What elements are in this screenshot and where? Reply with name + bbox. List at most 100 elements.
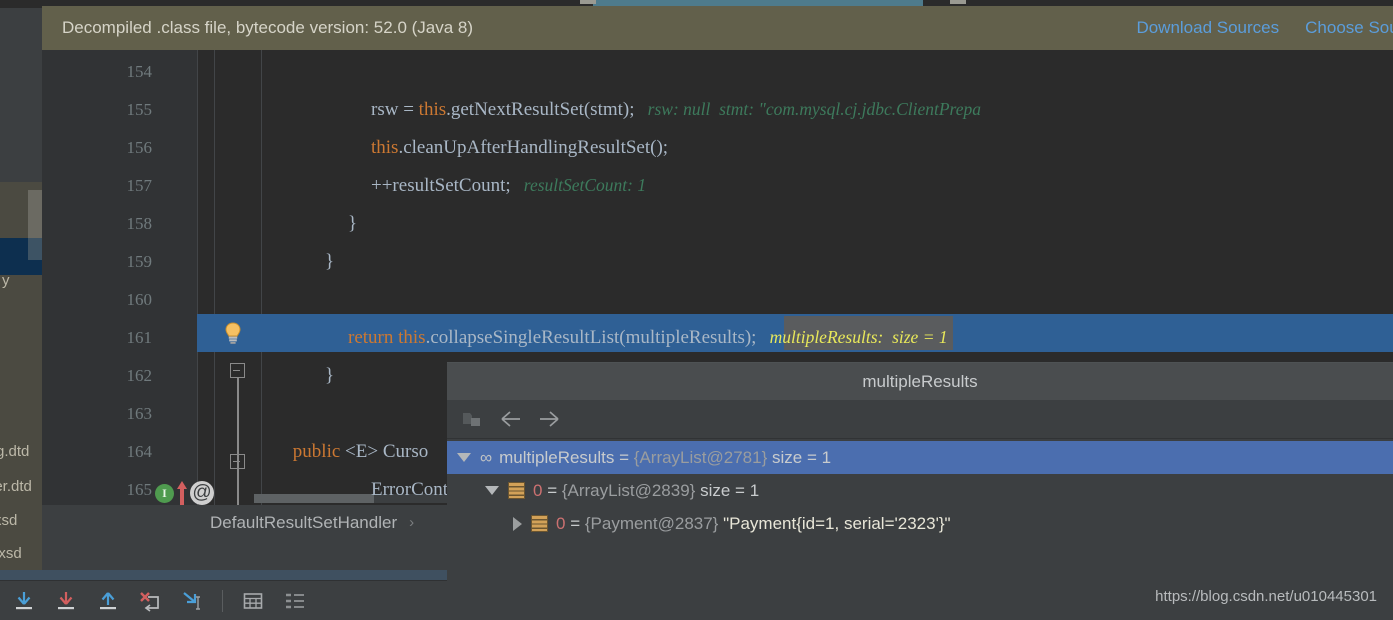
- tree-row-label: 0 = {ArrayList@2839} size = 1: [533, 481, 759, 501]
- code-token: }: [348, 213, 358, 234]
- project-item-0[interactable]: y: [2, 272, 10, 289]
- project-panel-partial[interactable]: y g.dtd per.dtd xsd r.xsd: [0, 0, 42, 580]
- banner-actions: Download Sources Choose Sources...: [1136, 18, 1393, 38]
- line-number: 158: [126, 214, 153, 233]
- code-token: .cleanUpAfterHandlingResultSet();: [398, 137, 669, 158]
- code-line[interactable]: this.cleanUpAfterHandlingResultSet();: [371, 137, 668, 159]
- tree-node-reference: {ArrayList@2781}: [633, 447, 768, 467]
- tree-node-name: multipleResults: [499, 447, 615, 467]
- code-token: resultSetCount: 1: [510, 175, 647, 195]
- code-line[interactable]: }: [325, 251, 334, 273]
- gutter-divider-3: [214, 50, 215, 505]
- variable-icon: ∞: [480, 447, 492, 467]
- project-item-4[interactable]: r.xsd: [0, 545, 22, 562]
- step-over-button[interactable]: [12, 589, 36, 613]
- code-token: .getNextResultSet(stmt);: [446, 99, 635, 120]
- gutter-divider-1: [197, 50, 198, 505]
- step-out-button[interactable]: [96, 589, 120, 613]
- tab-close-icon-right[interactable]: [950, 0, 966, 4]
- breadcrumb[interactable]: DefaultResultSetHandler ›: [42, 505, 450, 540]
- code-token: this: [398, 327, 426, 348]
- banner-message: Decompiled .class file, bytecode version…: [62, 18, 474, 37]
- code-line[interactable]: }: [325, 365, 334, 387]
- line-number: 164: [126, 442, 153, 461]
- code-line[interactable]: return this.collapseSingleResultList(mul…: [348, 327, 948, 349]
- choose-sources-link[interactable]: Choose Sources...: [1305, 18, 1393, 38]
- code-token: rsw: null stmt: "com.mysql.cj.jdbc.Clien…: [634, 99, 981, 119]
- variable-inspect-popup[interactable]: multipleResults ∞ multipleResults = {Arra…: [447, 362, 1393, 620]
- tree-node-equals: =: [565, 513, 585, 533]
- project-panel-selected-row-accent: [28, 238, 42, 260]
- copy-value-icon[interactable]: [461, 407, 485, 431]
- code-token: rsw =: [371, 99, 419, 120]
- run-to-cursor-button[interactable]: [180, 589, 204, 613]
- popup-toolbar[interactable]: [447, 400, 1393, 439]
- tree-row-label: 0 = {Payment@2837} "Payment{id=1, serial…: [556, 514, 951, 534]
- editor-hscrollbar-thumb[interactable]: [254, 494, 374, 503]
- evaluate-expression-button[interactable]: [241, 589, 265, 613]
- code-token: .collapseSingleResultList(multipleResult…: [425, 327, 757, 348]
- code-token: <E> Curso: [345, 441, 429, 462]
- show-execution-point-button[interactable]: [283, 589, 307, 613]
- line-number: 157: [126, 176, 153, 195]
- toolbar-separator: [222, 589, 223, 612]
- chevron-down-icon[interactable]: [485, 486, 499, 495]
- code-token: multipleResults: size = 1: [756, 327, 948, 347]
- tree-row[interactable]: 0 = {ArrayList@2839} size = 1: [447, 474, 1393, 507]
- code-fold-line-2: [237, 469, 239, 505]
- list-icon: [531, 515, 548, 532]
- download-sources-link[interactable]: Download Sources: [1136, 18, 1279, 38]
- line-number: 156: [126, 138, 153, 157]
- code-token: ++resultSetCount;: [371, 175, 511, 196]
- variables-tree[interactable]: ∞ multipleResults = {ArrayList@2781} size…: [447, 439, 1393, 540]
- debugger-panel-strip: [0, 570, 447, 580]
- override-arrow-icon[interactable]: [175, 480, 189, 505]
- tree-node-size: size = 1: [695, 480, 760, 500]
- tree-node-equals: =: [542, 480, 562, 500]
- tree-row-label: multipleResults = {ArrayList@2781} size …: [499, 448, 831, 468]
- code-token: public: [292, 441, 346, 462]
- annotation-icon[interactable]: @: [190, 481, 214, 505]
- ide-window: y g.dtd per.dtd xsd r.xsd Decompiled .cl…: [0, 0, 1393, 620]
- list-icon: [508, 482, 525, 499]
- watermark-url: https://blog.csdn.net/u010445301: [1155, 588, 1377, 605]
- tree-node-reference: {ArrayList@2839}: [561, 480, 696, 500]
- project-item-3[interactable]: xsd: [0, 512, 17, 529]
- debugger-step-toolbar[interactable]: [0, 580, 447, 620]
- code-fold-marker-164[interactable]: [230, 454, 245, 469]
- line-number: 160: [126, 290, 153, 309]
- lightbulb-icon[interactable]: [220, 320, 246, 346]
- forward-arrow-icon[interactable]: [537, 407, 561, 431]
- project-panel-top-strip: [0, 0, 42, 182]
- code-fold-marker-162[interactable]: [230, 363, 245, 378]
- code-token: this: [371, 137, 399, 158]
- chevron-down-icon[interactable]: [457, 453, 471, 462]
- line-number: 159: [126, 252, 153, 271]
- code-token: return: [348, 327, 399, 348]
- chevron-right-icon[interactable]: [513, 516, 522, 531]
- tree-node-equals: =: [614, 447, 634, 467]
- line-number: 162: [126, 366, 153, 385]
- tree-node-value: "Payment{id=1, serial='2323'}": [718, 513, 951, 533]
- back-arrow-icon[interactable]: [499, 407, 523, 431]
- tree-row[interactable]: 0 = {Payment@2837} "Payment{id=1, serial…: [447, 507, 1393, 540]
- popup-title: multipleResults: [447, 363, 1393, 400]
- code-line[interactable]: rsw = this.getNextResultSet(stmt); rsw: …: [371, 99, 981, 121]
- line-number: 161: [126, 328, 153, 347]
- line-number: 155: [126, 100, 153, 119]
- line-number: 154: [126, 62, 153, 81]
- implementing-method-icon[interactable]: I: [155, 484, 174, 503]
- breadcrumb-class[interactable]: DefaultResultSetHandler: [210, 513, 397, 533]
- code-token: }: [325, 251, 335, 272]
- code-line[interactable]: ++resultSetCount; resultSetCount: 1: [371, 175, 646, 197]
- gutter-divider-2: [261, 50, 262, 505]
- step-into-button[interactable]: [54, 589, 78, 613]
- project-item-2[interactable]: per.dtd: [0, 478, 32, 495]
- tab-close-icon-left[interactable]: [580, 0, 596, 4]
- project-item-1[interactable]: g.dtd: [0, 443, 29, 460]
- code-line[interactable]: }: [348, 213, 357, 235]
- decompiled-class-banner: Decompiled .class file, bytecode version…: [42, 6, 1393, 50]
- tree-row[interactable]: ∞ multipleResults = {ArrayList@2781} size…: [447, 441, 1393, 474]
- force-step-into-button[interactable]: [138, 589, 162, 613]
- code-line[interactable]: public <E> Curso: [293, 441, 428, 463]
